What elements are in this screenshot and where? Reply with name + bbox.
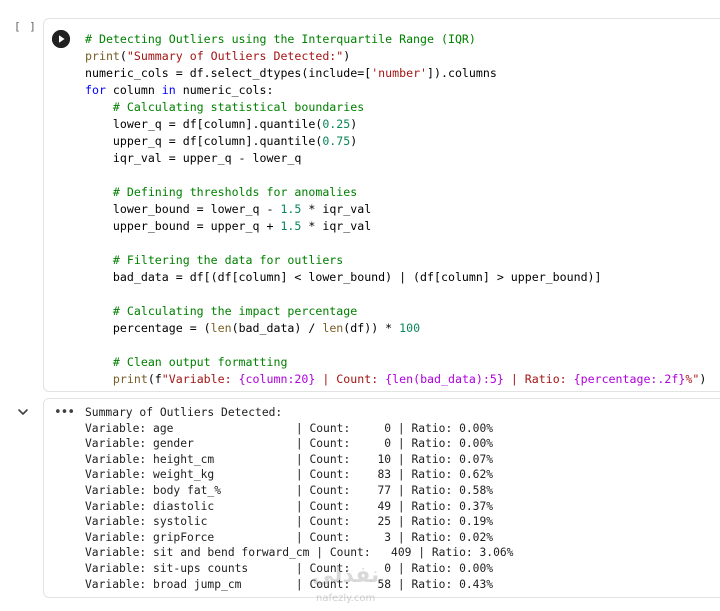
code-token: in (161, 83, 176, 97)
code-token: numeric_cols: (175, 83, 274, 97)
code-cell[interactable]: # Detecting Outliers using the Interquar… (43, 18, 720, 392)
code-line: # Detecting Outliers using the Interquar… (85, 31, 706, 48)
code-token: column (105, 83, 162, 97)
code-token: ]).columns (427, 66, 497, 80)
play-circle-icon (52, 30, 70, 48)
code-line: percentage = (len(bad_data) / len(df)) *… (85, 320, 706, 337)
code-line: numeric_cols = df.select_dtypes(include=… (85, 65, 706, 82)
output-line: Variable: height_cm | Count: 10 | Ratio:… (85, 452, 494, 466)
code-token: len (210, 321, 232, 335)
code-token: ( (119, 49, 127, 63)
code-line: # Calculating statistical boundaries (85, 99, 706, 116)
code-token: # Clean output formatting (112, 355, 288, 369)
code-token: # Detecting Outliers using the Interquar… (85, 32, 476, 46)
code-token: * iqr_val (301, 202, 372, 216)
run-cell-button[interactable] (52, 30, 70, 48)
code-token: "Variable: (161, 372, 239, 386)
code-line: bad_data = df[(df[column] < lower_bound)… (85, 269, 706, 286)
output-line: Variable: age | Count: 0 | Ratio: 0.00% (85, 421, 494, 435)
code-line: print("Summary of Outliers Detected:") (85, 48, 706, 65)
code-token: # Calculating the impact percentage (112, 304, 358, 318)
code-token: 1.5 (280, 219, 302, 233)
code-line: print(f"Variable: {column:20} | Count: {… (85, 371, 706, 388)
code-token: # Calculating statistical boundaries (112, 100, 365, 114)
code-line: # Defining thresholds for anomalies (85, 184, 706, 201)
code-token: print (112, 372, 148, 386)
chevron-down-icon (18, 409, 28, 415)
output-line: Variable: body fat_% | Count: 77 | Ratio… (85, 483, 494, 497)
code-token: numeric_cols = df.select_dtypes(include=… (85, 66, 372, 80)
code-line: # Calculating the impact percentage (85, 303, 706, 320)
code-token: lower_q = df[column].quantile( (85, 117, 323, 131)
code-token: # Filtering the data for outliers (112, 253, 344, 267)
code-token: ) (350, 134, 358, 148)
code-line: # Filtering the data for outliers (85, 252, 706, 269)
code-token: percentage = ( (85, 321, 211, 335)
output-line: Variable: weight_kg | Count: 83 | Ratio:… (85, 468, 494, 482)
code-token: 0.75 (322, 134, 351, 148)
output-line: Variable: sit-ups counts | Count: 0 | Ra… (85, 561, 494, 575)
code-token: %" (685, 372, 700, 386)
more-horizontal-icon: ••• (54, 405, 75, 420)
code-token: upper_bound = upper_q + (85, 219, 281, 233)
code-token: 100 (399, 321, 421, 335)
code-token: ) (343, 49, 351, 63)
output-line: Variable: gender | Count: 0 | Ratio: 0.0… (85, 437, 494, 451)
code-token: print (85, 49, 120, 63)
output-line: Variable: broad jump_cm | Count: 58 | Ra… (85, 577, 494, 591)
code-line: upper_bound = upper_q + 1.5 * iqr_val (85, 218, 706, 235)
output-text: Summary of Outliers Detected: Variable: a… (85, 405, 513, 592)
output-line: Variable: sit and bend forward_cm | Coun… (85, 546, 514, 560)
collapse-output-button[interactable] (16, 404, 30, 418)
code-line: upper_q = df[column].quantile(0.75) (85, 133, 706, 150)
code-token: {percentage:.2f} (573, 372, 686, 386)
output-actions-button[interactable]: ••• (54, 405, 75, 420)
code-editor[interactable]: # Detecting Outliers using the Interquar… (85, 31, 706, 388)
code-token: ) (350, 117, 358, 131)
output-line: Variable: diastolic | Count: 49 | Ratio:… (85, 499, 494, 513)
code-token: {column:20} (238, 372, 316, 386)
code-token: ) (699, 372, 707, 386)
code-token: | Count: (315, 372, 386, 386)
code-token: | Ratio: (503, 372, 574, 386)
output-line: Variable: systolic | Count: 25 | Ratio: … (85, 515, 494, 529)
code-line: lower_bound = lower_q - 1.5 * iqr_val (85, 201, 706, 218)
code-token: (bad_data) / (231, 321, 323, 335)
code-token: bad_data = df[(df[column] < lower_bound)… (85, 270, 602, 284)
output-line: Variable: gripForce | Count: 3 | Ratio: … (85, 530, 494, 544)
code-line: for column in numeric_cols: (85, 82, 706, 99)
code-token: (df)) * (343, 321, 400, 335)
code-token: (f (147, 372, 162, 386)
output-line: Summary of Outliers Detected: (85, 406, 283, 419)
code-token: {len(bad_data):5} (385, 372, 504, 386)
code-line: # Clean output formatting (85, 354, 706, 371)
code-token: lower_bound = lower_q - (85, 202, 281, 216)
code-token: * iqr_val (301, 219, 372, 233)
code-token: for (85, 83, 106, 97)
code-token: len (322, 321, 344, 335)
execution-count: [ ] (14, 20, 37, 33)
code-token: # Defining thresholds for anomalies (112, 185, 358, 199)
code-token: 'number' (371, 66, 428, 80)
code-token: 1.5 (280, 202, 302, 216)
code-line: iqr_val = upper_q - lower_q (85, 150, 706, 167)
cell-output: ••• Summary of Outliers Detected: Variabl… (43, 398, 720, 598)
code-token: upper_q = df[column].quantile( (85, 134, 323, 148)
code-token: 0.25 (322, 117, 351, 131)
code-token: iqr_val = upper_q - lower_q (85, 151, 302, 165)
code-token: "Summary of Outliers Detected:" (126, 49, 344, 63)
code-line: lower_q = df[column].quantile(0.25) (85, 116, 706, 133)
